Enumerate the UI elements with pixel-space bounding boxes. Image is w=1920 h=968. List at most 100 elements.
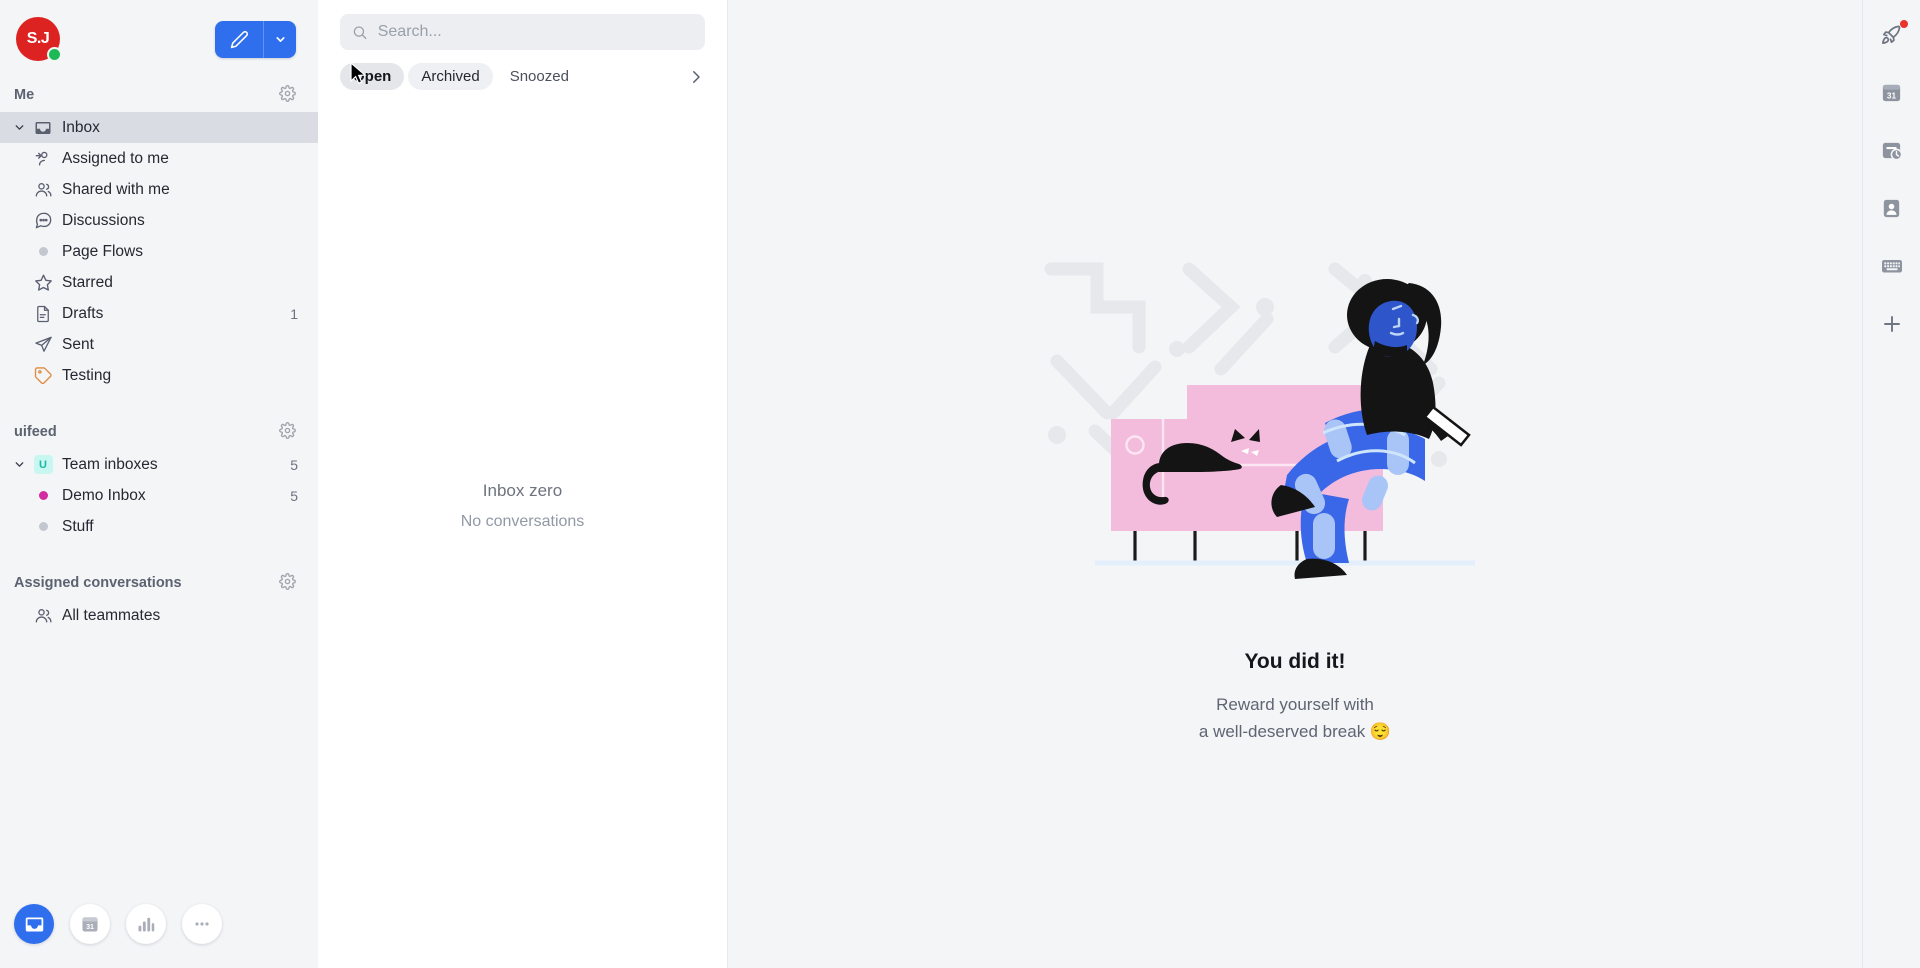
main-subtitle: Reward yourself with a well-deserved bre… xyxy=(1199,692,1391,745)
star-icon xyxy=(30,273,56,292)
inbox-icon xyxy=(30,119,56,137)
sent-icon xyxy=(30,335,56,354)
calendar-icon: 31 xyxy=(82,917,98,932)
main-title: You did it! xyxy=(1244,650,1346,674)
inbox-dock-button[interactable] xyxy=(14,904,54,944)
empty-state-title: Inbox zero xyxy=(482,480,563,500)
sidebar-item-shared-with-me[interactable]: Shared with me xyxy=(0,174,318,205)
svg-text:31: 31 xyxy=(86,923,94,931)
sidebar-item-sent[interactable]: Sent xyxy=(0,329,318,360)
section-title-me: Me xyxy=(14,87,35,103)
u-badge-icon: U xyxy=(30,455,56,474)
illustration xyxy=(1035,223,1555,628)
sidebar-item-label: All teammates xyxy=(62,606,161,624)
shared-icon xyxy=(30,180,56,199)
ellipsis-icon xyxy=(195,922,209,926)
sidebar-item-discussions[interactable]: Discussions xyxy=(0,205,318,236)
avatar[interactable]: S.J xyxy=(16,17,62,62)
sidebar-item-label: Page Flows xyxy=(62,242,143,260)
gear-icon[interactable] xyxy=(279,572,296,594)
magenta-dot-icon xyxy=(30,491,56,500)
compose-group xyxy=(215,20,296,58)
sidebar-item-count: 5 xyxy=(290,456,298,473)
rail-snooze-button[interactable] xyxy=(1872,130,1912,170)
left-sidebar: S.J Me Inbox Assigned to me Shared with … xyxy=(0,0,318,968)
sidebar-item-count: 1 xyxy=(290,305,298,322)
chevron-down-icon[interactable] xyxy=(8,458,30,471)
chevron-down-icon xyxy=(275,36,285,42)
sidebar-dock: 31 xyxy=(0,880,318,968)
sidebar-item-label: Sent xyxy=(62,335,94,353)
search-icon xyxy=(353,25,367,39)
sidebar-item-count: 5 xyxy=(290,487,298,504)
app-root: S.J Me Inbox Assigned to me Shared with … xyxy=(0,0,1920,968)
conversation-list-panel: Open Archived Snoozed Inbox zero No conv… xyxy=(318,0,728,968)
rail-rocket-button[interactable] xyxy=(1872,14,1912,54)
rail-contact-button[interactable] xyxy=(1872,188,1912,228)
gray-dot-icon xyxy=(30,522,56,531)
contact-card-icon xyxy=(1883,199,1900,217)
main-content: You did it! Reward yourself with a well-… xyxy=(728,0,1862,968)
sidebar-item-demo-inbox[interactable]: Demo Inbox 5 xyxy=(0,480,318,511)
section-header-me: Me xyxy=(0,78,318,112)
sidebar-item-label: Starred xyxy=(62,273,113,291)
shared-icon xyxy=(30,606,56,625)
sidebar-item-team-inboxes[interactable]: U Team inboxes 5 xyxy=(0,449,318,480)
section-header-uifeed: uifeed xyxy=(0,415,318,449)
gear-icon[interactable] xyxy=(279,421,296,443)
main-subtitle-line1: Reward yourself with xyxy=(1216,695,1374,715)
compose-button[interactable] xyxy=(215,20,263,58)
sidebar-item-all-teammates[interactable]: All teammates xyxy=(0,600,318,631)
sidebar-item-label: Discussions xyxy=(62,211,145,229)
sidebar-item-drafts[interactable]: Drafts 1 xyxy=(0,298,318,329)
assigned-icon xyxy=(30,149,56,168)
sidebar-item-label: Shared with me xyxy=(62,180,170,198)
empty-state: Inbox zero No conversations xyxy=(318,43,727,968)
sidebar-item-label: Drafts xyxy=(62,304,104,322)
section-header-assigned-conversations: Assigned conversations xyxy=(0,566,318,600)
calendar-31-icon: 31 xyxy=(1882,84,1901,101)
section-title-assigned: Assigned conversations xyxy=(14,575,182,591)
sidebar-item-assigned-to-me[interactable]: Assigned to me xyxy=(0,143,318,174)
person-relaxing-on-couch-with-cat-illustration xyxy=(1044,262,1475,580)
sidebar-item-label: Assigned to me xyxy=(62,149,169,167)
more-dock-button[interactable] xyxy=(182,904,222,944)
search-input[interactable] xyxy=(377,23,693,41)
reports-dock-button[interactable] xyxy=(126,904,166,944)
sidebar-item-label: Stuff xyxy=(62,517,94,535)
keyboard-icon xyxy=(1881,260,1902,273)
team-avatar-letter: U xyxy=(33,455,53,474)
calendar-dock-button[interactable]: 31 xyxy=(70,904,110,944)
plus-icon xyxy=(1883,316,1900,332)
sidebar-item-page-flows[interactable]: Page Flows xyxy=(0,236,318,267)
sidebar-header: S.J xyxy=(0,0,318,78)
rail-keyboard-button[interactable] xyxy=(1872,246,1912,286)
sidebar-item-stuff[interactable]: Stuff xyxy=(0,511,318,542)
snooze-clock-icon xyxy=(1882,142,1903,160)
sidebar-item-testing[interactable]: Testing xyxy=(0,360,318,391)
right-rail: 31 xyxy=(1862,0,1920,968)
sidebar-item-label: Team inboxes xyxy=(62,455,158,473)
sidebar-item-label: Inbox xyxy=(62,118,100,136)
chevron-down-icon[interactable] xyxy=(8,121,30,134)
rail-calendar-button[interactable]: 31 xyxy=(1872,72,1912,112)
sidebar-item-label: Demo Inbox xyxy=(62,486,146,504)
empty-state-subtitle: No conversations xyxy=(460,512,585,530)
rail-add-button[interactable] xyxy=(1872,304,1912,344)
bar-chart-icon xyxy=(138,917,155,932)
inbox-icon xyxy=(25,917,43,931)
sidebar-item-inbox[interactable]: Inbox xyxy=(0,112,318,143)
section-title-uifeed: uifeed xyxy=(14,424,57,440)
main-subtitle-line2: a well-deserved break 😌 xyxy=(1198,721,1392,741)
gear-icon[interactable] xyxy=(279,84,296,106)
presence-indicator xyxy=(47,47,62,62)
sidebar-item-starred[interactable]: Starred xyxy=(0,267,318,298)
sidebar-item-label: Testing xyxy=(62,366,112,384)
pencil-icon xyxy=(230,30,248,48)
drafts-icon xyxy=(30,305,56,323)
compose-dropdown-button[interactable] xyxy=(263,20,296,58)
sidebar-nav: Me Inbox Assigned to me Shared with me D… xyxy=(0,78,318,880)
discussions-icon xyxy=(30,211,56,230)
